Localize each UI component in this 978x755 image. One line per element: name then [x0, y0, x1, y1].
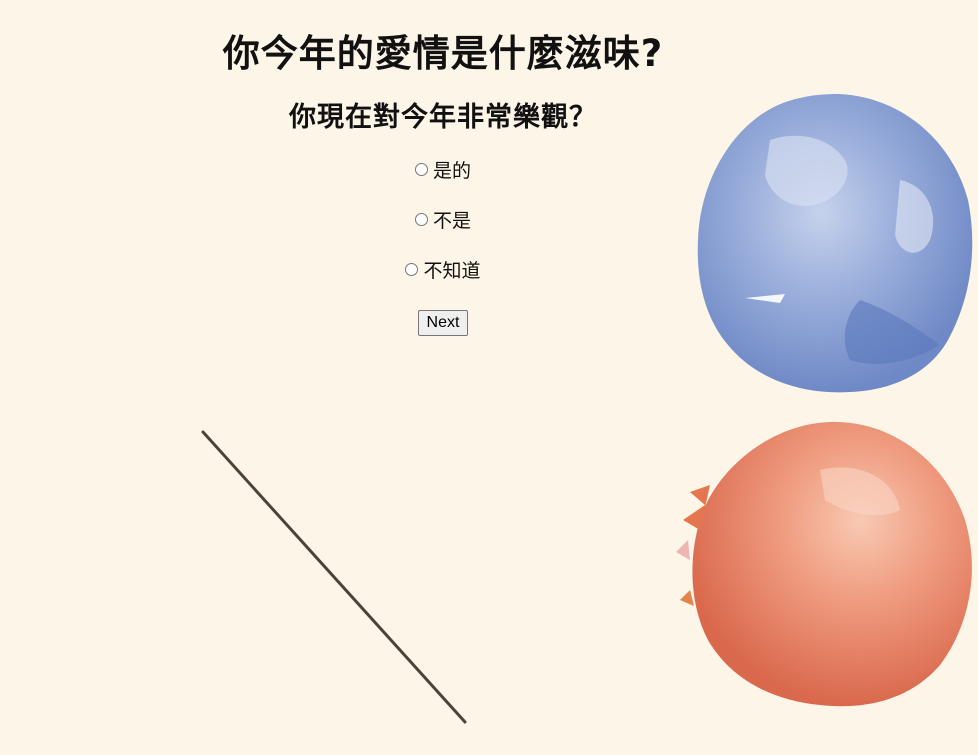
quiz-page: 你今年的愛情是什麼滋味? 你現在對今年非常樂觀？ 是的 不是 不知道 Next [0, 0, 978, 755]
option-yes[interactable]: 是的 [0, 160, 886, 210]
radio-unknown[interactable] [405, 263, 419, 276]
next-button[interactable]: Next [417, 310, 469, 336]
option-label: 不知道 [423, 260, 481, 282]
option-label: 是的 [432, 160, 471, 182]
diagonal-line [201, 430, 467, 724]
quiz-card: 你今年的愛情是什麼滋味? 你現在對今年非常樂觀？ 是的 不是 不知道 Next [0, 0, 886, 336]
option-unknown[interactable]: 不知道 [0, 260, 886, 310]
answer-options: 是的 不是 不知道 [0, 160, 886, 310]
option-no[interactable]: 不是 [0, 210, 886, 260]
page-title: 你今年的愛情是什麼滋味? [222, 32, 664, 75]
radio-yes[interactable] [414, 163, 428, 176]
orange-watercolor-circle [676, 421, 972, 707]
radio-no[interactable] [414, 213, 428, 226]
question-text: 你現在對今年非常樂觀？ [289, 102, 597, 133]
option-label: 不是 [432, 210, 471, 232]
